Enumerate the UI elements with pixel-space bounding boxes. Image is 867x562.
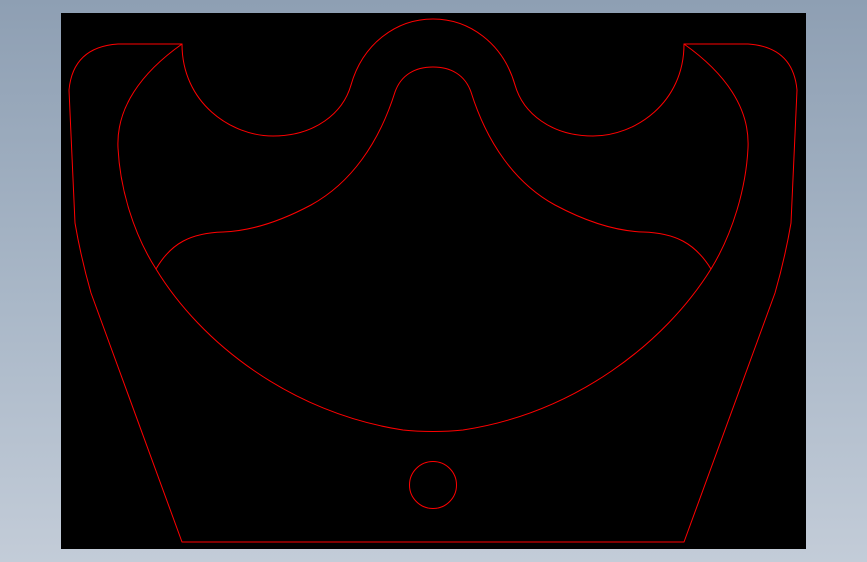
- cad-viewport[interactable]: [61, 13, 806, 549]
- viewport-background: [61, 13, 806, 549]
- cad-drawing-canvas: [61, 13, 806, 549]
